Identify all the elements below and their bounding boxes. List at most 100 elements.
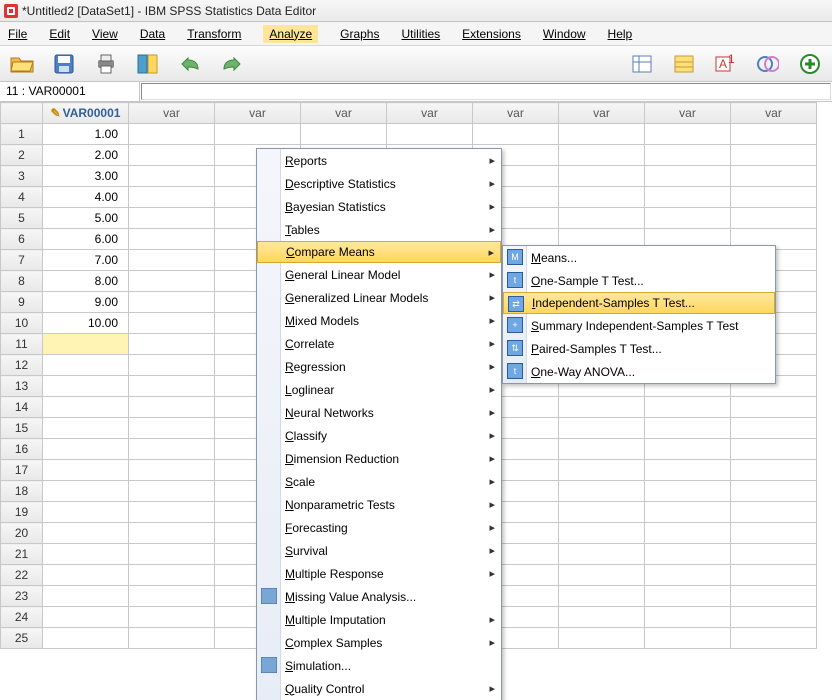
row-header[interactable]: 19 xyxy=(1,502,43,523)
empty-cell[interactable] xyxy=(731,607,817,628)
empty-cell[interactable] xyxy=(559,439,645,460)
empty-cell[interactable] xyxy=(129,124,215,145)
column-header-var[interactable]: var xyxy=(387,103,473,124)
row-header[interactable]: 8 xyxy=(1,271,43,292)
data-cell[interactable] xyxy=(43,628,129,649)
menu-item-scale[interactable]: Scale xyxy=(257,470,501,493)
print-icon[interactable] xyxy=(92,51,120,77)
empty-cell[interactable] xyxy=(129,607,215,628)
menu-item-multiple-response[interactable]: Multiple Response xyxy=(257,562,501,585)
select-cases-icon[interactable] xyxy=(754,51,782,77)
empty-cell[interactable] xyxy=(559,145,645,166)
value-labels-icon[interactable] xyxy=(670,51,698,77)
data-cell[interactable] xyxy=(43,376,129,397)
menu-analyze[interactable]: Analyze xyxy=(263,25,318,43)
row-header[interactable]: 23 xyxy=(1,586,43,607)
menu-item-survival[interactable]: Survival xyxy=(257,539,501,562)
add-icon[interactable] xyxy=(796,51,824,77)
empty-cell[interactable] xyxy=(129,355,215,376)
empty-cell[interactable] xyxy=(129,397,215,418)
row-header[interactable]: 15 xyxy=(1,418,43,439)
empty-cell[interactable] xyxy=(731,124,817,145)
empty-cell[interactable] xyxy=(731,523,817,544)
menu-item-simulation[interactable]: Simulation... xyxy=(257,654,501,677)
empty-cell[interactable] xyxy=(559,565,645,586)
empty-cell[interactable] xyxy=(645,586,731,607)
empty-cell[interactable] xyxy=(645,565,731,586)
row-header[interactable]: 13 xyxy=(1,376,43,397)
empty-cell[interactable] xyxy=(645,502,731,523)
data-cell[interactable] xyxy=(43,481,129,502)
column-header-var[interactable]: var xyxy=(731,103,817,124)
data-cell[interactable]: 9.00 xyxy=(43,292,129,313)
empty-cell[interactable] xyxy=(129,628,215,649)
row-header[interactable]: 10 xyxy=(1,313,43,334)
empty-cell[interactable] xyxy=(645,544,731,565)
empty-cell[interactable] xyxy=(129,502,215,523)
row-header[interactable]: 5 xyxy=(1,208,43,229)
empty-cell[interactable] xyxy=(129,544,215,565)
data-cell[interactable] xyxy=(43,355,129,376)
empty-cell[interactable] xyxy=(731,418,817,439)
recall-dialog-icon[interactable] xyxy=(134,51,162,77)
menu-file[interactable]: File xyxy=(8,27,27,41)
row-header[interactable]: 12 xyxy=(1,355,43,376)
row-header[interactable]: 6 xyxy=(1,229,43,250)
menu-item-dimension-reduction[interactable]: Dimension Reduction xyxy=(257,447,501,470)
open-file-icon[interactable] xyxy=(8,51,36,77)
empty-cell[interactable] xyxy=(559,124,645,145)
menu-item-compare-means[interactable]: Compare Means xyxy=(257,241,501,263)
data-cell[interactable]: 2.00 xyxy=(43,145,129,166)
redo-icon[interactable] xyxy=(218,51,246,77)
empty-cell[interactable] xyxy=(559,397,645,418)
empty-cell[interactable] xyxy=(559,208,645,229)
data-cell[interactable] xyxy=(43,439,129,460)
menu-item-quality-control[interactable]: Quality Control xyxy=(257,677,501,700)
empty-cell[interactable] xyxy=(129,418,215,439)
column-header-var[interactable]: var xyxy=(301,103,387,124)
empty-cell[interactable] xyxy=(645,481,731,502)
empty-cell[interactable] xyxy=(129,523,215,544)
row-header[interactable]: 1 xyxy=(1,124,43,145)
menu-window[interactable]: Window xyxy=(543,27,586,41)
menu-help[interactable]: Help xyxy=(608,27,633,41)
menu-item-forecasting[interactable]: Forecasting xyxy=(257,516,501,539)
empty-cell[interactable] xyxy=(559,460,645,481)
data-cell[interactable]: 3.00 xyxy=(43,166,129,187)
empty-cell[interactable] xyxy=(645,166,731,187)
submenu-item-independent-samples-t-test[interactable]: ⇄Independent-Samples T Test... xyxy=(503,292,775,314)
empty-cell[interactable] xyxy=(645,607,731,628)
data-cell[interactable] xyxy=(43,460,129,481)
empty-cell[interactable] xyxy=(731,628,817,649)
data-cell[interactable] xyxy=(43,397,129,418)
empty-cell[interactable] xyxy=(129,271,215,292)
variables-icon[interactable]: A1 xyxy=(712,51,740,77)
menu-item-multiple-imputation[interactable]: Multiple Imputation xyxy=(257,608,501,631)
empty-cell[interactable] xyxy=(129,292,215,313)
menu-graphs[interactable]: Graphs xyxy=(340,27,379,41)
menu-view[interactable]: View xyxy=(92,27,118,41)
row-header[interactable]: 24 xyxy=(1,607,43,628)
data-cell[interactable] xyxy=(43,334,129,355)
empty-cell[interactable] xyxy=(129,565,215,586)
empty-cell[interactable] xyxy=(731,166,817,187)
submenu-item-summary-independent-samples-t-test[interactable]: +Summary Independent-Samples T Test xyxy=(503,314,775,337)
menu-item-loglinear[interactable]: Loglinear xyxy=(257,378,501,401)
menu-item-nonparametric-tests[interactable]: Nonparametric Tests xyxy=(257,493,501,516)
empty-cell[interactable] xyxy=(129,586,215,607)
empty-cell[interactable] xyxy=(301,124,387,145)
data-cell[interactable]: 8.00 xyxy=(43,271,129,292)
empty-cell[interactable] xyxy=(731,187,817,208)
empty-cell[interactable] xyxy=(129,460,215,481)
menu-transform[interactable]: Transform xyxy=(187,27,241,41)
empty-cell[interactable] xyxy=(129,250,215,271)
menu-item-mixed-models[interactable]: Mixed Models xyxy=(257,309,501,332)
column-header-var[interactable]: var xyxy=(129,103,215,124)
empty-cell[interactable] xyxy=(129,313,215,334)
empty-cell[interactable] xyxy=(645,418,731,439)
menu-edit[interactable]: Edit xyxy=(49,27,70,41)
empty-cell[interactable] xyxy=(645,145,731,166)
row-header[interactable]: 2 xyxy=(1,145,43,166)
menu-item-generalized-linear-models[interactable]: Generalized Linear Models xyxy=(257,286,501,309)
empty-cell[interactable] xyxy=(731,502,817,523)
